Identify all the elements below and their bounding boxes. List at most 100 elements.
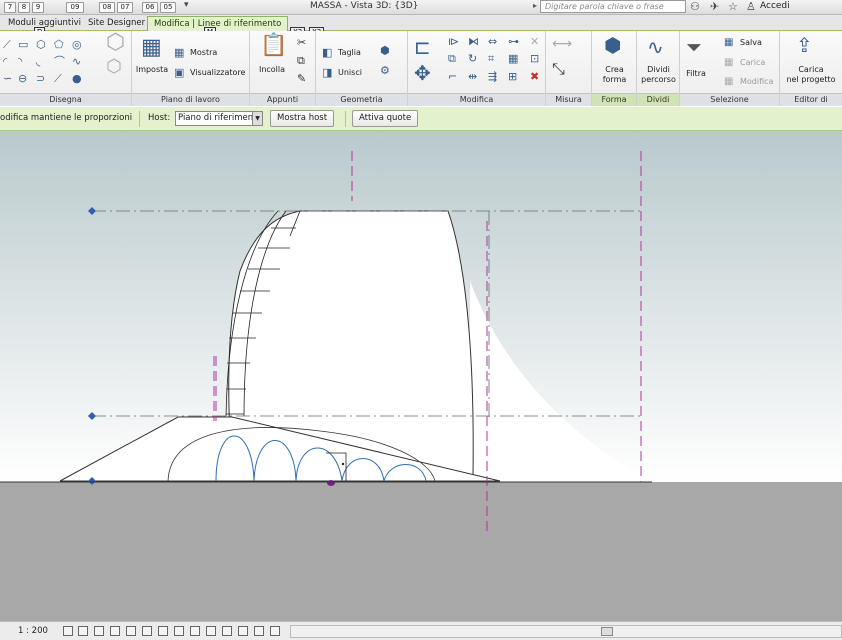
show-workplane-icon[interactable]: ▦: [174, 47, 184, 58]
model-line-icon[interactable]: ⬡: [106, 58, 122, 76]
search-input[interactable]: Digitare parola chiave o frase: [540, 0, 686, 13]
qat-button-05[interactable]: 05: [160, 2, 176, 13]
ellipse-tool-icon[interactable]: ∽: [3, 73, 12, 84]
set-workplane-icon[interactable]: ▦: [141, 37, 162, 59]
paste-icon[interactable]: 📋: [260, 35, 287, 57]
view-scale[interactable]: 1 : 200: [18, 626, 48, 636]
sun-path-icon[interactable]: [94, 626, 104, 636]
split-face-icon[interactable]: ⬢: [380, 45, 390, 56]
subscription-icon[interactable]: ✈: [710, 0, 719, 13]
qat-button-08[interactable]: 08: [99, 2, 115, 13]
split-gap-icon[interactable]: ⇹: [468, 71, 477, 82]
reference-plane-icon[interactable]: ⬡: [106, 32, 125, 54]
qat-dropdown-icon[interactable]: ▾: [184, 0, 189, 10]
delete-icon[interactable]: ✖: [530, 71, 539, 82]
copy-element-icon[interactable]: ⧉: [448, 53, 456, 64]
polygon-tool-icon[interactable]: ⬡: [36, 39, 46, 50]
fillet-arc-icon[interactable]: ⌒: [54, 56, 65, 67]
pin-icon[interactable]: ⇶: [488, 71, 497, 82]
mirror-draw-icon[interactable]: ⇔: [488, 36, 497, 47]
filter-icon[interactable]: ⏷: [686, 37, 702, 57]
divide-path-icon[interactable]: ∿: [647, 37, 664, 57]
temporary-properties-icon[interactable]: [222, 626, 232, 636]
show-crop-icon[interactable]: [158, 626, 168, 636]
cut-icon[interactable]: ✂: [297, 37, 306, 48]
arc-center-icon[interactable]: ◝: [18, 56, 22, 67]
analytical-model-icon[interactable]: [238, 626, 248, 636]
taglia-button[interactable]: Taglia: [338, 48, 361, 57]
unpin-icon[interactable]: ✕: [530, 36, 539, 47]
align-icon[interactable]: ⊏: [414, 37, 431, 57]
array-icon[interactable]: ▦: [508, 53, 518, 64]
pick-lines-icon[interactable]: ⟋: [54, 73, 62, 84]
qat-button-06[interactable]: 06: [142, 2, 158, 13]
tab-site-designer[interactable]: Site Designer: [82, 16, 151, 31]
qat-button-8[interactable]: 8: [18, 2, 30, 13]
filtra-button[interactable]: Filtra: [680, 69, 712, 79]
qat-button-7[interactable]: 7: [4, 2, 16, 13]
binoculars-icon[interactable]: ⚇: [690, 0, 700, 13]
highlight-displacement-icon[interactable]: [254, 626, 264, 636]
create-form-icon[interactable]: ⬢: [604, 35, 621, 55]
inscribed-polygon-icon[interactable]: ⬠: [54, 39, 64, 50]
chevron-down-icon[interactable]: ▼: [252, 112, 262, 125]
load-into-project-icon[interactable]: ⇪: [796, 35, 813, 55]
reveal-constraints-icon[interactable]: [270, 626, 280, 636]
trim-extend-icon[interactable]: ⌐: [448, 71, 457, 82]
host-select[interactable]: Piano di riferimen ▼: [175, 111, 263, 126]
visual-style-icon[interactable]: [78, 626, 88, 636]
qat-button-07[interactable]: 07: [117, 2, 133, 13]
move-icon[interactable]: ✥: [414, 63, 431, 83]
ellipse-full-icon[interactable]: ⊖: [18, 73, 27, 84]
copy-icon[interactable]: ⧉: [297, 55, 305, 66]
offset-icon[interactable]: ⧐: [448, 36, 459, 47]
search-expand-icon[interactable]: ▸: [533, 1, 537, 10]
detail-level-icon[interactable]: [63, 626, 73, 636]
viewer-icon[interactable]: ▣: [174, 67, 184, 78]
mirror-axis-icon[interactable]: ⧑: [468, 36, 479, 47]
tab-modifica-linee-riferimento[interactable]: Modifica | Linee di riferimento: [147, 16, 289, 31]
array-radial-icon[interactable]: ⊞: [508, 71, 517, 82]
imposta-button[interactable]: Imposta: [134, 65, 170, 75]
rotate-icon[interactable]: ↻: [468, 53, 477, 64]
attiva-quote-button[interactable]: Attiva quote: [352, 110, 419, 127]
rectangle-tool-icon[interactable]: ▭: [18, 39, 28, 50]
unisci-button[interactable]: Unisci: [338, 68, 362, 77]
salva-button[interactable]: Salva: [740, 38, 762, 47]
drawing-area[interactable]: [0, 131, 842, 621]
lock-view-icon[interactable]: [174, 626, 184, 636]
spline-tool-icon[interactable]: ∿: [72, 56, 81, 67]
render-icon[interactable]: [126, 626, 136, 636]
carica-nel-progetto-button[interactable]: Carica nel progetto: [780, 65, 842, 85]
shadows-icon[interactable]: [110, 626, 120, 636]
crop-view-icon[interactable]: [142, 626, 152, 636]
save-selection-icon[interactable]: ▦: [724, 37, 733, 48]
match-properties-icon[interactable]: ✎: [297, 73, 306, 84]
qat-button-9[interactable]: 9: [32, 2, 44, 13]
partial-ellipse-icon[interactable]: ⊃: [36, 73, 45, 84]
measure-icon[interactable]: ⟷: [552, 37, 572, 51]
mostra-button[interactable]: Mostra: [190, 48, 217, 57]
horizontal-scrollbar[interactable]: [290, 625, 842, 638]
incolla-button[interactable]: Incolla: [252, 65, 292, 75]
qat-button-09[interactable]: 09: [66, 2, 84, 13]
temporary-hide-icon[interactable]: [190, 626, 200, 636]
favorites-star-icon[interactable]: ☆: [728, 0, 738, 13]
aligned-dimension-icon[interactable]: ⤡: [552, 61, 565, 77]
circle-tool-icon[interactable]: ◎: [72, 39, 82, 50]
scale-icon[interactable]: ⊡: [530, 53, 539, 64]
join-geometry-icon[interactable]: ◨: [322, 67, 332, 78]
login-link[interactable]: Accedi: [760, 1, 790, 11]
origin-marker[interactable]: [327, 480, 335, 486]
trim-icon[interactable]: ⌗: [488, 53, 494, 64]
scrollbar-thumb[interactable]: [601, 627, 613, 636]
split-element-icon[interactable]: ⊶: [508, 36, 519, 47]
reveal-hidden-icon[interactable]: [206, 626, 216, 636]
paint-icon[interactable]: ⚙: [380, 65, 390, 76]
crea-forma-button[interactable]: Crea forma: [592, 65, 637, 85]
arc-start-end-icon[interactable]: ◜: [3, 56, 7, 67]
mostra-host-button[interactable]: Mostra host: [270, 110, 335, 127]
dividi-percorso-button[interactable]: Dividi percorso: [637, 65, 680, 85]
user-icon[interactable]: ♙: [746, 0, 756, 13]
line-tool-icon[interactable]: ⟋: [3, 39, 11, 50]
